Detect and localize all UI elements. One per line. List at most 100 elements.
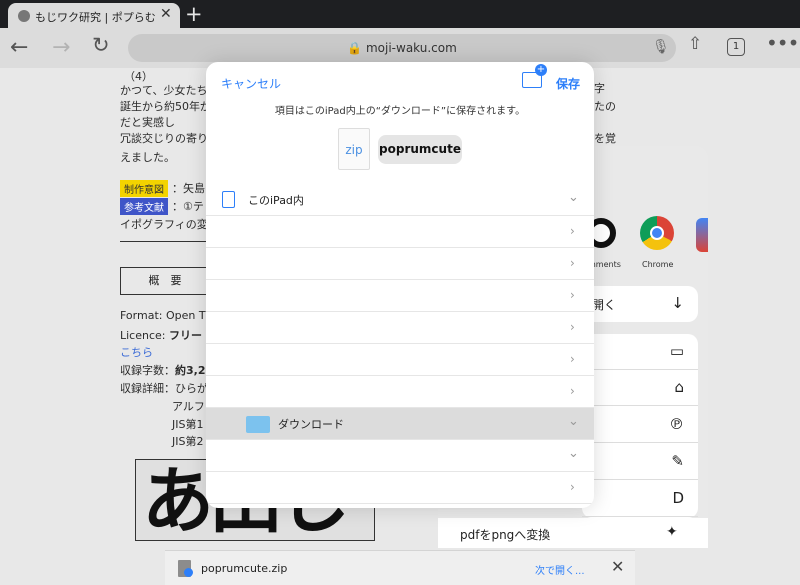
cancel-button[interactable]: キャンセル <box>221 75 281 92</box>
divider <box>120 241 212 242</box>
open-in-action[interactable]: 開く ↓ <box>582 286 698 322</box>
pdf-convert-action[interactable]: pdfをpngへ変換 ✦ <box>438 518 708 548</box>
folder-icon <box>246 416 270 433</box>
download-arrow-icon: ↓ <box>671 294 684 312</box>
pinterest-icon: ℗ <box>669 415 684 433</box>
chevron-right-icon: › <box>570 480 575 494</box>
intent-text: ：矢島 <box>172 182 205 195</box>
open-with-button[interactable]: 次で開く... <box>535 562 585 577</box>
text-line: えました。 <box>120 151 175 164</box>
location-on-ipad[interactable]: このiPad内 ⌄ <box>206 184 594 216</box>
app-icon[interactable] <box>696 218 708 252</box>
licence-line: Licence: フリー <box>120 327 202 343</box>
download-bar: poprumcute.zip 次で開く... ✕ <box>165 550 635 585</box>
chevron-down-icon: ⌄ <box>568 446 579 461</box>
download-filename: poprumcute.zip <box>201 562 288 575</box>
markup-icon: ✎ <box>671 452 684 470</box>
link-text[interactable]: こちら <box>120 346 153 359</box>
close-icon[interactable]: ✕ <box>611 557 624 576</box>
url-value: moji-waku.com <box>365 41 457 55</box>
reference-text: ：①テ <box>172 200 204 213</box>
app-label: Chrome <box>642 260 674 269</box>
pdf-convert-label: pdfをpngへ変換 <box>460 528 551 542</box>
ipad-icon <box>222 191 235 208</box>
action-row[interactable]: ℗ <box>582 407 698 443</box>
text-line: かつて、少女たち <box>120 84 208 97</box>
detail-line: JIS第1 <box>172 418 204 431</box>
plus-icon: + <box>535 64 547 76</box>
detail-line: 収録詳細：ひらが <box>120 382 208 395</box>
microphone-icon[interactable]: 🎙 <box>652 39 670 55</box>
licence-value: フリー <box>169 329 202 342</box>
reference-text-2: イポグラフィの変 <box>120 218 208 231</box>
chevron-right-icon: › <box>570 256 575 270</box>
count-line: 収録字数：約3,2 <box>120 362 206 378</box>
overview-heading: 概 要 <box>120 267 210 295</box>
folder-row[interactable]: › <box>206 312 594 344</box>
tab-count-button[interactable]: 1 <box>727 38 745 56</box>
downloads-folder-row[interactable]: ダウンロード ⌄ <box>206 408 594 440</box>
licence-link[interactable]: こちら <box>120 344 153 360</box>
location-list: このiPad内 ⌄ › › › › › › ダウンロード ⌄ ⌄ › <box>206 184 594 508</box>
reference-badge: 参考文献 <box>120 198 168 215</box>
close-tab-icon[interactable]: ✕ <box>160 6 172 22</box>
folder-row[interactable]: › <box>206 280 594 312</box>
action-row[interactable]: D <box>582 481 698 517</box>
folder-row[interactable]: › <box>206 472 594 504</box>
back-arrow-icon[interactable]: ← <box>10 35 28 60</box>
folder-row[interactable]: ⌄ <box>206 440 594 472</box>
action-row[interactable]: ✎ <box>582 444 698 480</box>
new-tab-icon[interactable]: + <box>185 2 203 26</box>
chrome-icon-center <box>650 226 664 240</box>
action-row[interactable]: ▭ <box>582 334 698 370</box>
forward-arrow-icon[interactable]: → <box>52 35 70 60</box>
check-badge-icon <box>184 568 193 577</box>
d-app-icon: D <box>672 489 684 507</box>
chevron-right-icon: › <box>570 352 575 366</box>
open-in-label: 開く <box>592 298 617 312</box>
filename-field[interactable]: poprumcute <box>378 135 462 164</box>
folder-row[interactable]: › <box>206 216 594 248</box>
text-line: 字 <box>594 82 605 95</box>
reload-icon[interactable]: ↻ <box>92 33 110 57</box>
chevron-right-icon: › <box>570 224 575 238</box>
chrome-icon[interactable] <box>640 216 674 250</box>
detail-line: アルフ <box>172 400 205 413</box>
url-text: 🔒 moji-waku.com <box>347 41 457 55</box>
folder-row[interactable]: › <box>206 376 594 408</box>
chevron-right-icon: › <box>570 320 575 334</box>
count-value: 約3,2 <box>175 364 206 377</box>
location-label: このiPad内 <box>248 194 304 207</box>
downloads-label: ダウンロード <box>278 418 344 431</box>
text-line: だと実感し <box>120 116 175 129</box>
tag-icon: ⌂ <box>674 378 684 396</box>
globe-icon <box>18 10 30 22</box>
folder-row[interactable]: › <box>206 248 594 280</box>
address-bar[interactable]: 🔒 moji-waku.com 🎙 <box>128 34 676 62</box>
folder-icon: ▭ <box>669 342 684 360</box>
save-button[interactable]: 保存 <box>556 75 580 92</box>
text-line: 誕生から約50年が <box>120 100 211 113</box>
file-icon <box>178 560 193 577</box>
licence-label: Licence: <box>120 329 166 342</box>
zip-file-icon: zip <box>338 128 370 170</box>
save-location-info: 項目はこのiPad内上の“ダウンロード”に保存されます。 <box>274 106 526 117</box>
filename-text: poprumcute <box>379 142 461 156</box>
chevron-down-icon: ⌄ <box>568 190 579 205</box>
tab-title: もじワク研究 | ポプらむ☆キ <box>35 11 155 24</box>
share-icon[interactable]: ⇧ <box>688 34 702 54</box>
browser-tab[interactable]: もじワク研究 | ポプらむ☆キ ✕ <box>8 3 180 28</box>
file-extension: zip <box>345 143 363 157</box>
chevron-right-icon: › <box>570 384 575 398</box>
intent-badge: 制作意図 <box>120 180 168 197</box>
chevron-down-icon: ⌄ <box>568 414 579 429</box>
format-line: Format: Open T <box>120 309 206 322</box>
more-menu-icon[interactable]: ••• <box>766 31 799 55</box>
new-folder-icon[interactable]: + <box>522 64 547 88</box>
folder-row[interactable]: › <box>206 344 594 376</box>
text-line: を覚 <box>594 132 616 145</box>
tab-strip: もじワク研究 | ポプらむ☆キ ✕ + <box>0 0 800 28</box>
count-label: 収録字数： <box>120 364 175 377</box>
magic-wand-icon: ✦ <box>666 524 678 540</box>
action-row[interactable]: ⌂ <box>582 370 698 406</box>
